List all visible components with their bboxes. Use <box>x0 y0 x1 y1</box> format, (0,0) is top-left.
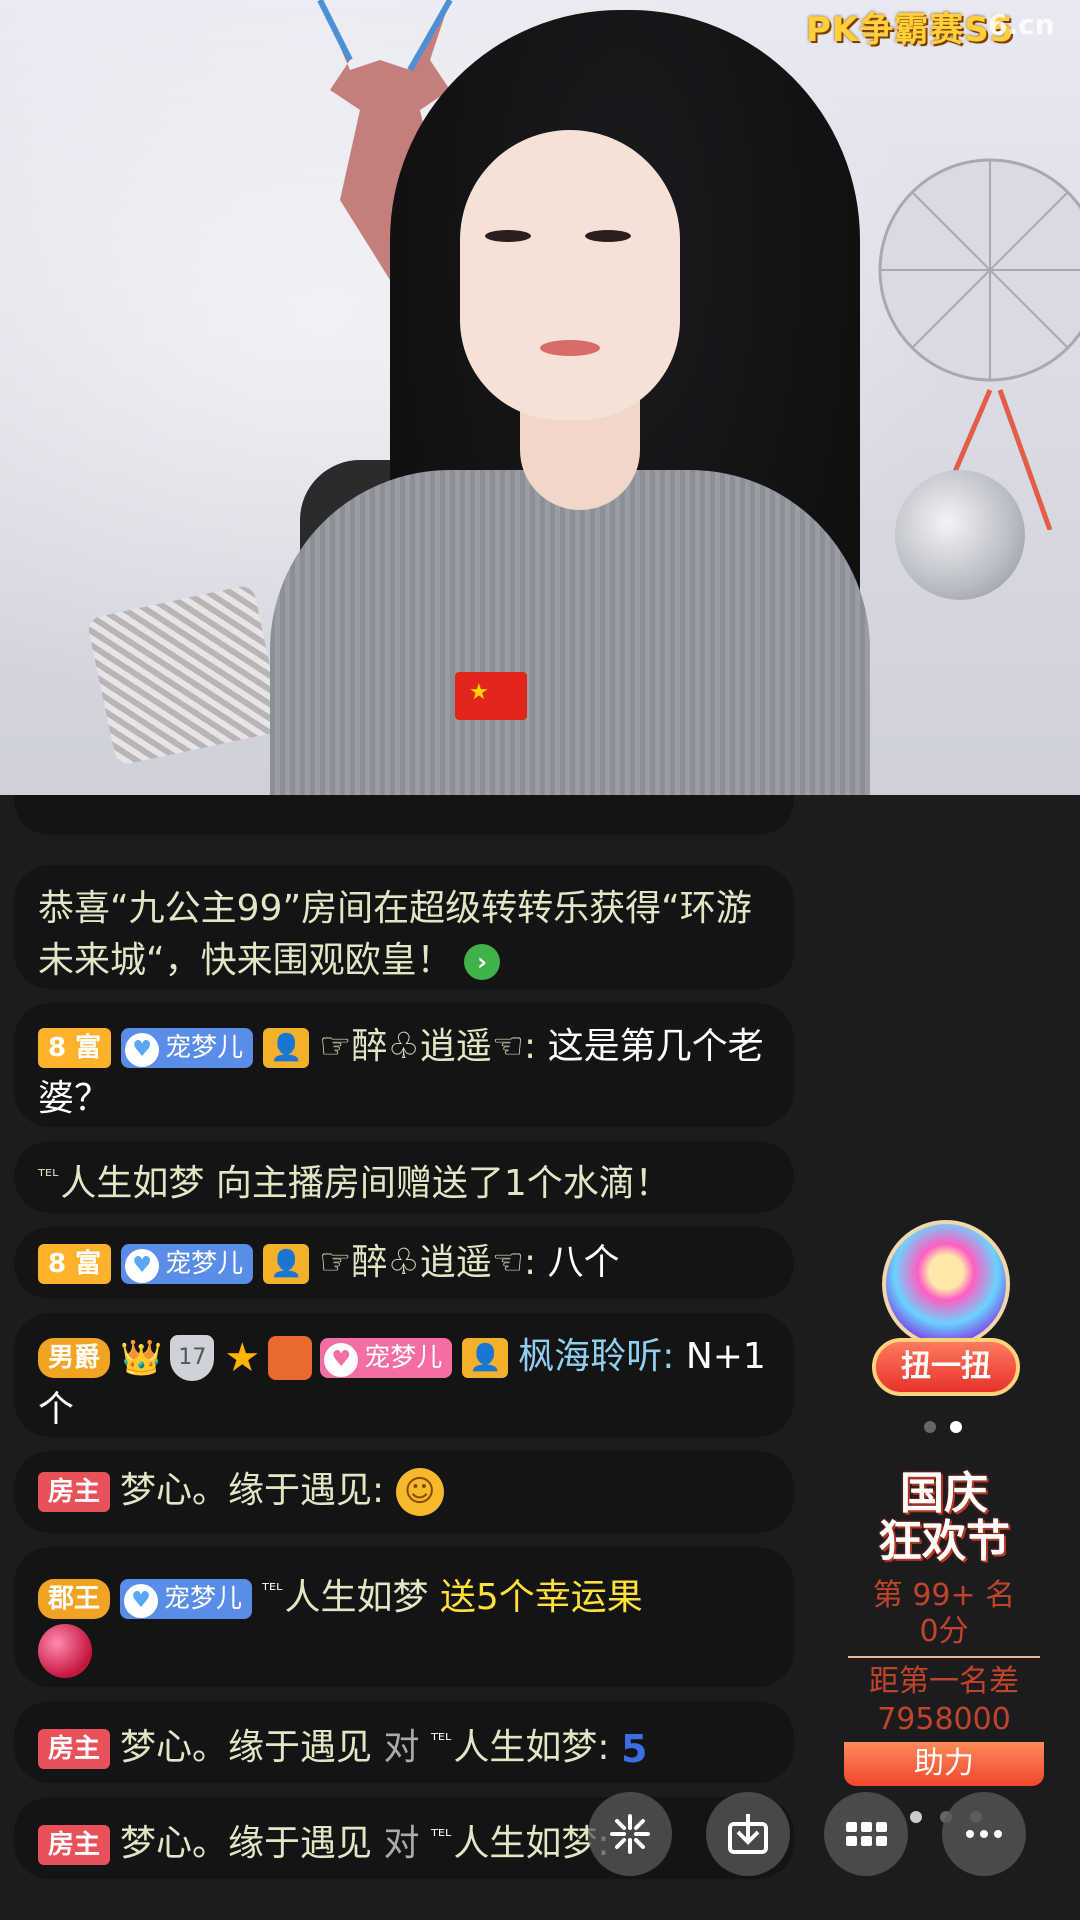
host-badge: 房主 <box>38 1729 111 1769</box>
heart-icon: ♥ <box>125 1249 160 1283</box>
national-day-festival-card[interactable]: 国庆 狂欢节 第 99+ 名 0分 距第一名差 7958000 助力 <box>838 1470 1050 1790</box>
pet-fan-badge: ♥ 宠梦儿 <box>120 1579 253 1619</box>
chat-message-gift: ᵀᴱᴸ人生如梦 向主播房间赠送了1个水滴！ <box>14 1141 794 1213</box>
user-icon: 👤 <box>462 1338 509 1378</box>
noble-rank-badge: 郡王 <box>38 1579 111 1619</box>
tel-badge: ᵀᴱᴸ <box>430 1730 452 1751</box>
user-icon: 👤 <box>263 1244 310 1284</box>
heart-icon: ♥ <box>124 1584 159 1618</box>
gacha-ball-icon <box>882 1220 1010 1348</box>
star-level-icon: ★ <box>224 1335 261 1381</box>
microphone-shield <box>878 158 1080 530</box>
festival-title: 国庆 狂欢节 <box>838 1470 1050 1580</box>
microphone <box>895 470 1025 600</box>
heart-icon: ♥ <box>125 1033 160 1067</box>
reply-to-word: 对 <box>383 1727 420 1768</box>
page-dot <box>924 1421 936 1433</box>
chat-username[interactable]: 梦心。缘于遇见 <box>120 1823 372 1864</box>
twist-button[interactable]: 扭一扭 <box>872 1338 1020 1396</box>
wealth-level-badge: 8 富 <box>38 1244 112 1284</box>
festival-score: 0分 <box>919 1614 969 1649</box>
widget-page-dots <box>924 1418 976 1437</box>
v-level-icon: 5 <box>620 1727 648 1771</box>
chat-message: 男爵 👑 17 ★ ♥ 宠梦儿 👤 枫海聆听: N+1个 <box>14 1313 794 1437</box>
tel-badge: ᵀᴱᴸ <box>262 1580 283 1601</box>
pet-fan-badge: ♥ 宠梦儿 <box>320 1338 453 1378</box>
gift-text: 送5个幸运果 <box>439 1577 643 1618</box>
chat-message-host-reply: 房主 梦心。缘于遇见 对 ᵀᴱᴸ人生如梦: 5 <box>14 1701 794 1783</box>
more-icon <box>966 1830 1002 1838</box>
chevron-right-icon[interactable]: › <box>464 944 501 980</box>
chat-message-host: 房主 梦心。缘于遇见: ☺ <box>14 1451 794 1533</box>
pet-fan-label: 宠梦儿 <box>164 1584 243 1614</box>
chat-username[interactable]: 梦心。缘于遇见: <box>120 1470 384 1511</box>
chat-text: 八个 <box>547 1242 620 1283</box>
chat-username[interactable]: 枫海聆听: <box>518 1336 674 1377</box>
chat-message-system: 恭喜“九公主99”房间在超级转转乐获得“环游未来城“，快来围观欧皇！ › <box>14 865 794 989</box>
sparkle-icon <box>610 1814 650 1854</box>
heart-icon: ♥ <box>324 1343 359 1377</box>
streamer-face <box>460 130 680 420</box>
more-button[interactable] <box>942 1792 1026 1876</box>
help-button[interactable]: 助力 <box>844 1742 1044 1786</box>
streamer-sweater <box>270 470 870 795</box>
wealth-level-badge: 8 富 <box>38 1028 112 1068</box>
gift-box-icon <box>268 1336 313 1380</box>
sparkle-button[interactable] <box>588 1792 672 1876</box>
live-video-stream[interactable]: ★ PK争霸赛S5 6.cn <box>0 0 1080 795</box>
chat-username[interactable]: ☞醉♧逍遥☜: <box>319 1026 536 1067</box>
pet-fan-badge: ♥ 宠梦儿 <box>121 1244 254 1284</box>
gacha-twist-widget[interactable]: 扭一扭 <box>872 1220 1022 1405</box>
page-dot-active <box>910 1811 922 1823</box>
streamer-eye-right <box>585 230 631 242</box>
shield-level-icon: 17 <box>170 1335 215 1381</box>
tel-badge: ᵀᴱᴸ <box>430 1826 452 1847</box>
reply-target-username[interactable]: 人生如梦: <box>453 1727 609 1768</box>
grid-menu-button[interactable] <box>824 1792 908 1876</box>
divider <box>848 1656 1040 1658</box>
crown-icon: 👑 <box>120 1338 163 1378</box>
lucky-fruit-icon <box>38 1624 92 1678</box>
tel-badge: ᵀᴱᴸ <box>38 1166 59 1187</box>
festival-title-line1: 国庆 <box>900 1468 988 1519</box>
festival-title-line2: 狂欢节 <box>878 1516 1010 1567</box>
noble-rank-badge: 男爵 <box>38 1338 111 1378</box>
gift-message-text: 人生如梦 向主播房间赠送了1个水滴！ <box>60 1163 671 1204</box>
chat-message: 8 富 ♥ 宠梦儿 👤 ☞醉♧逍遥☜: 这是第几个老婆？ <box>14 1003 794 1127</box>
chat-username[interactable]: 人生如梦 <box>284 1577 428 1618</box>
chat-message-gift-user: 郡王 ♥ 宠梦儿 ᵀᴱᴸ人生如梦 送5个幸运果 <box>14 1547 794 1687</box>
chat-username[interactable]: ☞醉♧逍遥☜: <box>319 1242 536 1283</box>
reply-to-word: 对 <box>383 1823 420 1864</box>
streamer-eye-left <box>485 230 531 242</box>
chat-message: 8 富 ♥ 宠梦儿 👤 ☞醉♧逍遥☜: 八个 <box>14 1227 794 1299</box>
festival-gap-label: 距第一名差 <box>869 1664 1019 1699</box>
page-dot-active <box>950 1421 962 1433</box>
site-domain: 6.cn <box>988 8 1055 41</box>
festival-rank: 第 99+ 名 <box>872 1578 1016 1613</box>
chat-message-host-reply: 房主 梦心。缘于遇见 对 ᵀᴱᴸ人生如梦: <box>14 1797 794 1879</box>
download-button[interactable] <box>706 1792 790 1876</box>
pet-fan-label: 宠梦儿 <box>364 1343 443 1373</box>
pet-fan-badge: ♥ 宠梦儿 <box>121 1028 254 1068</box>
download-icon <box>728 1814 768 1854</box>
pet-fan-label: 宠梦儿 <box>165 1249 244 1279</box>
streamer-mouth <box>540 340 600 356</box>
reply-target-username[interactable]: 人生如梦: <box>453 1823 609 1864</box>
system-message-text: 恭喜“九公主99”房间在超级转转乐获得“环游未来城“，快来围观欧皇！ <box>38 888 752 981</box>
user-icon: 👤 <box>263 1028 310 1068</box>
grid-icon <box>846 1822 887 1846</box>
pk-event-logo: PK争霸赛S5 <box>806 10 1015 50</box>
china-flag-pin: ★ <box>455 672 527 720</box>
festival-gap-value: 7958000 <box>877 1702 1011 1737</box>
host-badge: 房主 <box>38 1472 111 1512</box>
chat-bubble-partial <box>14 795 794 835</box>
host-badge: 房主 <box>38 1825 111 1865</box>
yawn-emoji-icon: ☺ <box>395 1468 444 1516</box>
pet-fan-label: 宠梦儿 <box>165 1033 244 1063</box>
chat-username[interactable]: 梦心。缘于遇见 <box>120 1727 372 1768</box>
